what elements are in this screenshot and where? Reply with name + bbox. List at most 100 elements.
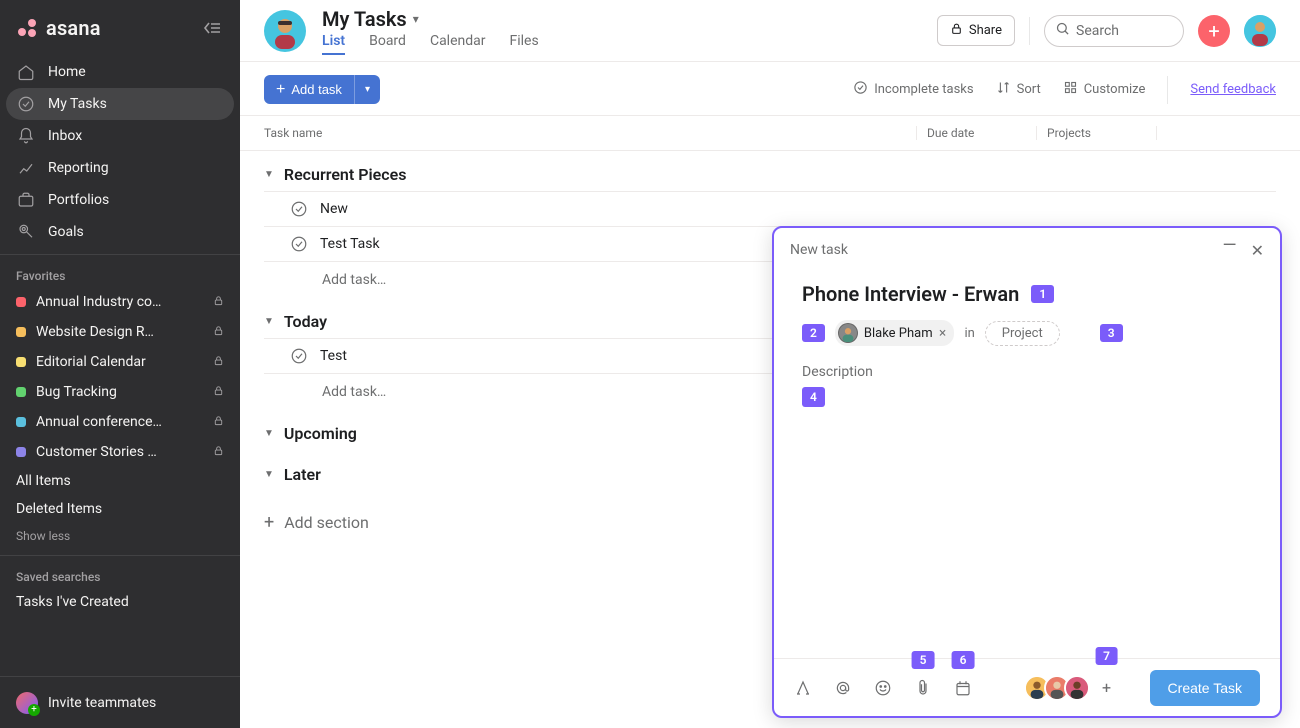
due-date-icon[interactable]: 6 bbox=[954, 679, 972, 697]
favorite-item[interactable]: Website Design R… bbox=[0, 317, 240, 347]
nav-portfolios[interactable]: Portfolios bbox=[0, 184, 240, 216]
favorite-label: Annual conference… bbox=[36, 414, 162, 430]
sidebar-all-items[interactable]: All Items bbox=[0, 467, 240, 495]
global-add-button[interactable]: + bbox=[1198, 15, 1230, 47]
folder-icon bbox=[16, 191, 36, 209]
sort-icon bbox=[996, 80, 1011, 99]
project-color-icon bbox=[16, 387, 26, 397]
col-extra bbox=[1156, 126, 1276, 140]
task-title: New bbox=[320, 201, 348, 217]
profile-avatar[interactable] bbox=[1244, 15, 1276, 47]
create-task-button[interactable]: Create Task bbox=[1150, 670, 1260, 706]
tab-list[interactable]: List bbox=[322, 33, 345, 55]
task-row[interactable]: New bbox=[264, 191, 1276, 227]
nav-my-tasks[interactable]: My Tasks bbox=[6, 88, 234, 120]
lock-icon bbox=[213, 385, 224, 399]
badge-1: 1 bbox=[1031, 285, 1054, 303]
tab-board[interactable]: Board bbox=[369, 33, 406, 55]
favorite-item[interactable]: Annual conference… bbox=[0, 407, 240, 437]
task-title: Test bbox=[320, 348, 347, 364]
nav-inbox[interactable]: Inbox bbox=[0, 120, 240, 152]
project-color-icon bbox=[16, 297, 26, 307]
invite-teammates[interactable]: Invite teammates bbox=[0, 676, 240, 728]
modal-header: New task — ✕ bbox=[774, 228, 1280, 266]
asana-logo-icon bbox=[16, 16, 40, 40]
favorite-item[interactable]: Annual Industry co… bbox=[0, 287, 240, 317]
col-projects: Projects bbox=[1036, 126, 1156, 140]
favorite-label: Customer Stories … bbox=[36, 444, 157, 460]
task-title: Test Task bbox=[320, 236, 380, 252]
check-circle-icon bbox=[853, 80, 868, 99]
add-task-dropdown[interactable]: ▾ bbox=[354, 75, 380, 104]
lock-icon bbox=[213, 355, 224, 369]
lock-icon bbox=[213, 445, 224, 459]
collapse-sidebar-icon[interactable] bbox=[200, 16, 224, 40]
grid-icon bbox=[1063, 80, 1078, 99]
page-title: My Tasks bbox=[322, 7, 407, 31]
complete-toggle-icon[interactable] bbox=[290, 347, 308, 365]
goal-icon bbox=[16, 223, 36, 241]
description-textarea[interactable] bbox=[802, 405, 1252, 648]
new-task-modal: New task — ✕ Phone Interview - Erwan 1 2… bbox=[772, 226, 1282, 718]
check-circle-icon bbox=[16, 95, 36, 113]
tab-files[interactable]: Files bbox=[510, 33, 539, 55]
sidebar-nav: Home My Tasks Inbox Reporting Portfolios… bbox=[0, 56, 240, 248]
saved-searches-header: Saved searches bbox=[0, 562, 240, 588]
assignee-chip[interactable]: Blake Pham × bbox=[835, 320, 955, 346]
chart-icon bbox=[16, 159, 36, 177]
remove-assignee-icon[interactable]: × bbox=[939, 326, 947, 341]
close-icon[interactable]: ✕ bbox=[1251, 241, 1264, 260]
emoji-icon[interactable] bbox=[874, 679, 892, 697]
sort-button[interactable]: Sort bbox=[996, 80, 1041, 99]
sidebar-top: asana bbox=[0, 0, 240, 56]
chevron-down-icon[interactable]: ▾ bbox=[413, 12, 419, 26]
task-name-input[interactable]: Phone Interview - Erwan bbox=[802, 282, 1019, 306]
mention-icon[interactable] bbox=[834, 679, 852, 697]
invite-icon bbox=[16, 692, 38, 714]
view-tabs: List Board Calendar Files bbox=[322, 33, 539, 55]
customize-button[interactable]: Customize bbox=[1063, 80, 1146, 99]
format-text-icon[interactable] bbox=[794, 679, 812, 697]
sidebar-show-less[interactable]: Show less bbox=[0, 523, 240, 549]
workspace-avatar[interactable] bbox=[264, 10, 306, 52]
search-input[interactable]: Search bbox=[1044, 15, 1184, 47]
nav-goals[interactable]: Goals bbox=[0, 216, 240, 248]
nav-home[interactable]: Home bbox=[0, 56, 240, 88]
nav-reporting[interactable]: Reporting bbox=[0, 152, 240, 184]
search-icon bbox=[1055, 21, 1070, 40]
favorite-item[interactable]: Editorial Calendar bbox=[0, 347, 240, 377]
filter-incomplete-tasks[interactable]: Incomplete tasks bbox=[853, 80, 973, 99]
saved-search-item[interactable]: Tasks I've Created bbox=[0, 588, 240, 616]
header: My Tasks ▾ ListBoardCalendarFiles Share … bbox=[240, 0, 1300, 62]
lock-icon bbox=[950, 22, 963, 39]
add-task-button[interactable]: +Add task bbox=[264, 75, 354, 104]
add-collaborator-button[interactable]: 7+ bbox=[1094, 675, 1120, 701]
complete-toggle-icon[interactable] bbox=[290, 200, 308, 218]
minimize-icon[interactable]: — bbox=[1223, 241, 1237, 260]
attachment-icon[interactable]: 5 bbox=[914, 679, 932, 697]
complete-toggle-icon[interactable] bbox=[290, 235, 308, 253]
app-logo[interactable]: asana bbox=[16, 16, 101, 40]
section-header[interactable]: ▼Recurrent Pieces bbox=[264, 165, 1276, 192]
plus-icon: + bbox=[264, 512, 274, 533]
share-button[interactable]: Share bbox=[937, 15, 1015, 46]
modal-footer: 5 6 7+ Create Task bbox=[774, 658, 1280, 716]
collaborator-avatar[interactable] bbox=[1064, 675, 1090, 701]
lock-icon bbox=[213, 325, 224, 339]
caret-down-icon: ▼ bbox=[264, 316, 274, 327]
project-chip[interactable]: Project bbox=[985, 321, 1060, 346]
favorite-item[interactable]: Customer Stories … bbox=[0, 437, 240, 467]
assignee-avatar bbox=[838, 323, 858, 343]
badge-3: 3 bbox=[1100, 324, 1123, 342]
favorite-label: Annual Industry co… bbox=[36, 294, 161, 310]
lock-icon bbox=[213, 415, 224, 429]
tab-calendar[interactable]: Calendar bbox=[430, 33, 486, 55]
app-name: asana bbox=[46, 16, 101, 40]
send-feedback-link[interactable]: Send feedback bbox=[1190, 82, 1276, 97]
favorite-item[interactable]: Bug Tracking bbox=[0, 377, 240, 407]
caret-down-icon: ▼ bbox=[264, 169, 274, 180]
caret-down-icon: ▼ bbox=[264, 469, 274, 480]
favorite-label: Editorial Calendar bbox=[36, 354, 146, 370]
sidebar-deleted-items[interactable]: Deleted Items bbox=[0, 495, 240, 523]
lock-icon bbox=[213, 295, 224, 309]
